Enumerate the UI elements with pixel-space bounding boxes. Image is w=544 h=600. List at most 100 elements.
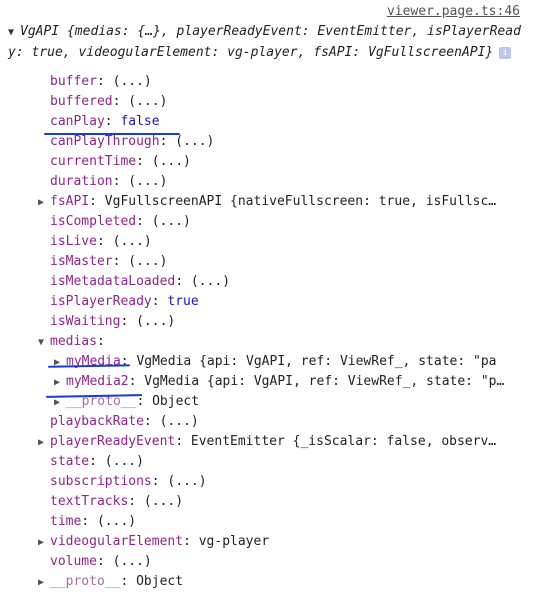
property-value[interactable]: (...) <box>97 454 144 469</box>
key-separator: : <box>175 434 184 449</box>
property-row-buffer: buffer: (...) <box>0 72 530 92</box>
property-key: myMedia2 <box>66 374 129 389</box>
key-separator: : <box>104 114 113 129</box>
property-key: playbackRate <box>50 414 144 429</box>
property-key: subscriptions <box>50 474 152 489</box>
property-key: isWaiting <box>50 314 121 329</box>
source-location-link[interactable]: viewer.page.ts:46 <box>387 4 520 19</box>
property-key: buffer <box>50 74 97 89</box>
property-value[interactable]: (...) <box>128 314 175 329</box>
property-key: isPlayerReady <box>50 294 152 309</box>
property-value[interactable]: (...) <box>160 474 206 489</box>
property-row-isplayerready: isPlayerReady: true <box>0 292 530 312</box>
property-key: fsAPI <box>50 194 90 209</box>
object-preview: {medias: {…}, playerReadyEvent: EventEmi… <box>8 24 521 60</box>
property-value[interactable]: (...) <box>105 74 152 89</box>
property-row-islive: isLive: (...) <box>0 232 530 252</box>
property-row-ismaster: isMaster: (...) <box>0 252 530 272</box>
property-key: textTracks <box>50 494 129 509</box>
property-value[interactable]: (...) <box>152 414 199 429</box>
property-value[interactable]: (...) <box>105 554 152 569</box>
key-separator: : <box>81 514 90 529</box>
key-separator: : <box>89 454 97 469</box>
property-key: canPlay <box>50 114 105 129</box>
collapse-triangle-icon[interactable]: ▼ <box>8 23 20 43</box>
property-value[interactable]: (...) <box>144 154 191 169</box>
annotation-underline-canplay <box>44 133 180 135</box>
property-key: isMetadataLoaded <box>50 274 176 289</box>
property-value[interactable]: (...) <box>183 274 230 289</box>
property-key: buffered <box>50 94 113 109</box>
property-value: true <box>159 294 199 309</box>
property-row-playerreadyevent[interactable]: ▶ playerReadyEvent: EventEmitter {_isScal… <box>0 432 518 452</box>
property-row-buffered: buffered: (...) <box>0 92 530 112</box>
property-value[interactable]: (...) <box>89 514 136 529</box>
property-row-subscriptions: subscriptions: (...) <box>0 472 530 492</box>
key-separator: : <box>96 334 105 349</box>
collapse-triangle-icon[interactable]: ▼ <box>38 333 50 352</box>
property-value: Object <box>144 394 200 409</box>
key-separator: : <box>89 194 97 209</box>
property-key: isLive <box>50 234 97 249</box>
property-row-texttracks: textTracks: (...) <box>0 492 530 512</box>
expand-triangle-icon[interactable]: ▶ <box>54 373 66 392</box>
key-separator: : <box>136 154 144 169</box>
property-row-ismetadataloaded: isMetadataLoaded: (...) <box>0 272 530 292</box>
key-separator: : <box>175 274 184 289</box>
property-value: VgFullscreenAPI {nativeFullscreen: true,… <box>96 194 497 209</box>
property-value: EventEmitter {_isScalar: false, observ… <box>183 434 497 449</box>
expand-triangle-icon[interactable]: ▶ <box>38 533 50 552</box>
property-key: videogularElement <box>50 534 184 549</box>
property-row-iswaiting: isWaiting: (...) <box>0 312 530 332</box>
property-key: isCompleted <box>50 214 137 229</box>
expand-triangle-icon[interactable]: ▶ <box>38 573 50 592</box>
object-summary[interactable]: ▼ VgAPI {medias: {…}, playerReadyEvent: E… <box>8 22 530 63</box>
expand-triangle-icon[interactable]: ▶ <box>54 353 66 372</box>
key-separator: : <box>183 534 191 549</box>
property-value[interactable]: (...) <box>120 254 167 269</box>
class-name: VgAPI <box>20 24 60 39</box>
property-value[interactable]: (...) <box>144 214 191 229</box>
key-separator: : <box>151 294 160 309</box>
property-value[interactable]: (...) <box>105 234 152 249</box>
key-separator: : <box>143 414 152 429</box>
property-key: currentTime <box>50 154 137 169</box>
property-row-canplaythrough: canPlayThrough: (...) <box>0 132 530 152</box>
property-value[interactable]: (...) <box>167 134 214 149</box>
expand-triangle-icon[interactable]: ▶ <box>38 433 50 452</box>
property-key: state <box>50 454 90 469</box>
property-value[interactable]: (...) <box>136 494 183 509</box>
key-separator: : <box>151 474 160 489</box>
property-row-mymedia[interactable]: ▶ myMedia: VgMedia {api: VgAPI, ref: View… <box>0 352 534 372</box>
property-value: false <box>112 114 160 129</box>
key-separator: : <box>128 494 137 509</box>
property-key: isMaster <box>50 254 113 269</box>
property-value: Object <box>128 574 184 589</box>
property-row-volume: volume: (...) <box>0 552 530 572</box>
property-row-fsapi[interactable]: ▶ fsAPI: VgFullscreenAPI {nativeFullscree… <box>0 192 518 212</box>
property-row-time: time: (...) <box>0 512 530 532</box>
key-separator: : <box>136 214 144 229</box>
property-value: VgMedia {api: VgAPI, ref: ViewRef_, stat… <box>128 354 497 369</box>
info-icon[interactable]: i <box>499 46 512 59</box>
property-key: duration <box>50 174 113 189</box>
property-row-playbackrate: playbackRate: (...) <box>0 412 530 432</box>
property-row-proto[interactable]: ▶ __proto__: Object <box>0 572 518 592</box>
property-key: volume <box>50 554 97 569</box>
key-separator: : <box>96 554 105 569</box>
property-row-state: state: (...) <box>0 452 530 472</box>
property-key: canPlayThrough <box>50 134 160 149</box>
property-row-videogularelement[interactable]: ▶ videogularElement: vg-player <box>0 532 518 552</box>
property-value[interactable]: (...) <box>120 94 167 109</box>
expand-triangle-icon[interactable]: ▶ <box>38 193 50 212</box>
property-key: time <box>50 514 82 529</box>
property-value: VgMedia {api: VgAPI, ref: ViewRef_, stat… <box>136 374 505 389</box>
key-separator: : <box>96 74 105 89</box>
property-row-mymedia2[interactable]: ▶ myMedia2: VgMedia {api: VgAPI, ref: Vie… <box>0 372 534 392</box>
property-value[interactable]: (...) <box>120 174 167 189</box>
property-value: vg-player <box>190 534 270 549</box>
property-list: buffer: (...) buffered: (...) canPlay: fal… <box>0 72 544 592</box>
property-key: medias <box>50 334 97 349</box>
property-row-medias[interactable]: ▼ medias: <box>0 332 518 352</box>
property-row-currenttime: currentTime: (...) <box>0 152 530 172</box>
